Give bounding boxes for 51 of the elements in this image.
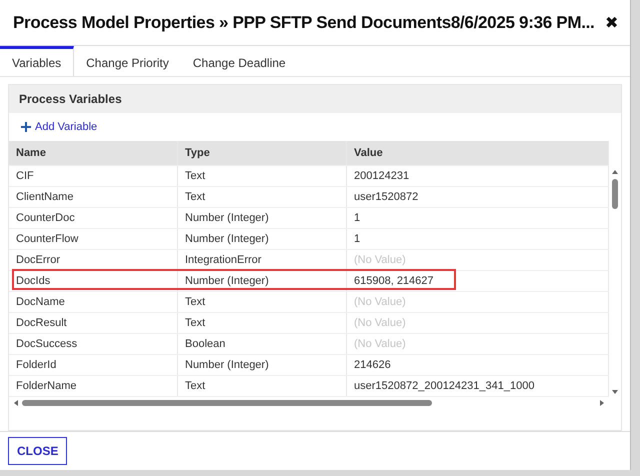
column-header[interactable]: Value: [347, 141, 609, 165]
add-variable-link[interactable]: Add Variable: [9, 113, 104, 141]
table-cell: FolderId: [9, 355, 178, 375]
tab[interactable]: Variables: [0, 46, 74, 76]
table-cell: ClientName: [9, 187, 178, 207]
up-arrow-icon[interactable]: [612, 169, 618, 175]
close-icon[interactable]: ✖: [605, 12, 618, 32]
table-cell: Text: [178, 313, 347, 333]
table-cell: (No Value): [347, 292, 609, 312]
table-cell: (No Value): [347, 334, 609, 354]
table-cell: Text: [178, 292, 347, 312]
tab[interactable]: Change Priority: [74, 46, 181, 76]
table-cell: DocSuccess: [9, 334, 178, 354]
table-cell: 1: [347, 208, 609, 228]
column-header[interactable]: Type: [178, 141, 347, 165]
table-cell: CIF: [9, 166, 178, 186]
table-cell: DocError: [9, 250, 178, 270]
table-cell: user1520872_200124231_341_1000: [347, 376, 609, 396]
close-button[interactable]: CLOSE: [8, 437, 68, 465]
table-cell: Number (Integer): [178, 271, 347, 291]
table-cell: user1520872: [347, 187, 609, 207]
table-cell: (No Value): [347, 313, 609, 333]
table-cell: 1: [347, 229, 609, 249]
window-title: Process Model Properties » PPP SFTP Send Documents8/6/2025 9:36 PM...: [13, 12, 594, 32]
table-cell: Text: [178, 376, 347, 396]
right-arrow-icon[interactable]: [599, 400, 605, 406]
scrollbar-thumb[interactable]: [612, 179, 618, 209]
table-cell: CounterDoc: [9, 208, 178, 228]
table-cell: (No Value): [347, 250, 609, 270]
table-cell: Text: [178, 166, 347, 186]
panel-title: Process Variables: [9, 85, 621, 113]
scrollbar-thumb[interactable]: [22, 400, 432, 406]
plus-icon: [21, 122, 31, 132]
tab[interactable]: Change Deadline: [180, 46, 298, 76]
table-cell: FolderName: [9, 376, 178, 396]
down-arrow-icon[interactable]: [612, 389, 618, 395]
table-cell: Text: [178, 187, 347, 207]
table-cell: DocResult: [9, 313, 178, 333]
table-cell: Boolean: [178, 334, 347, 354]
table-cell: Number (Integer): [178, 208, 347, 228]
table-cell: 214626: [347, 355, 609, 375]
table-cell: IntegrationError: [178, 250, 347, 270]
table-cell: DocName: [9, 292, 178, 312]
column-header[interactable]: Name: [9, 141, 178, 165]
table-cell: 615908, 214627: [347, 271, 609, 291]
table-cell: Number (Integer): [178, 229, 347, 249]
table-cell: CounterFlow: [9, 229, 178, 249]
table-cell: Number (Integer): [178, 355, 347, 375]
table-cell: 200124231: [347, 166, 609, 186]
table-cell: DocIds: [9, 271, 178, 291]
left-arrow-icon[interactable]: [13, 400, 19, 406]
